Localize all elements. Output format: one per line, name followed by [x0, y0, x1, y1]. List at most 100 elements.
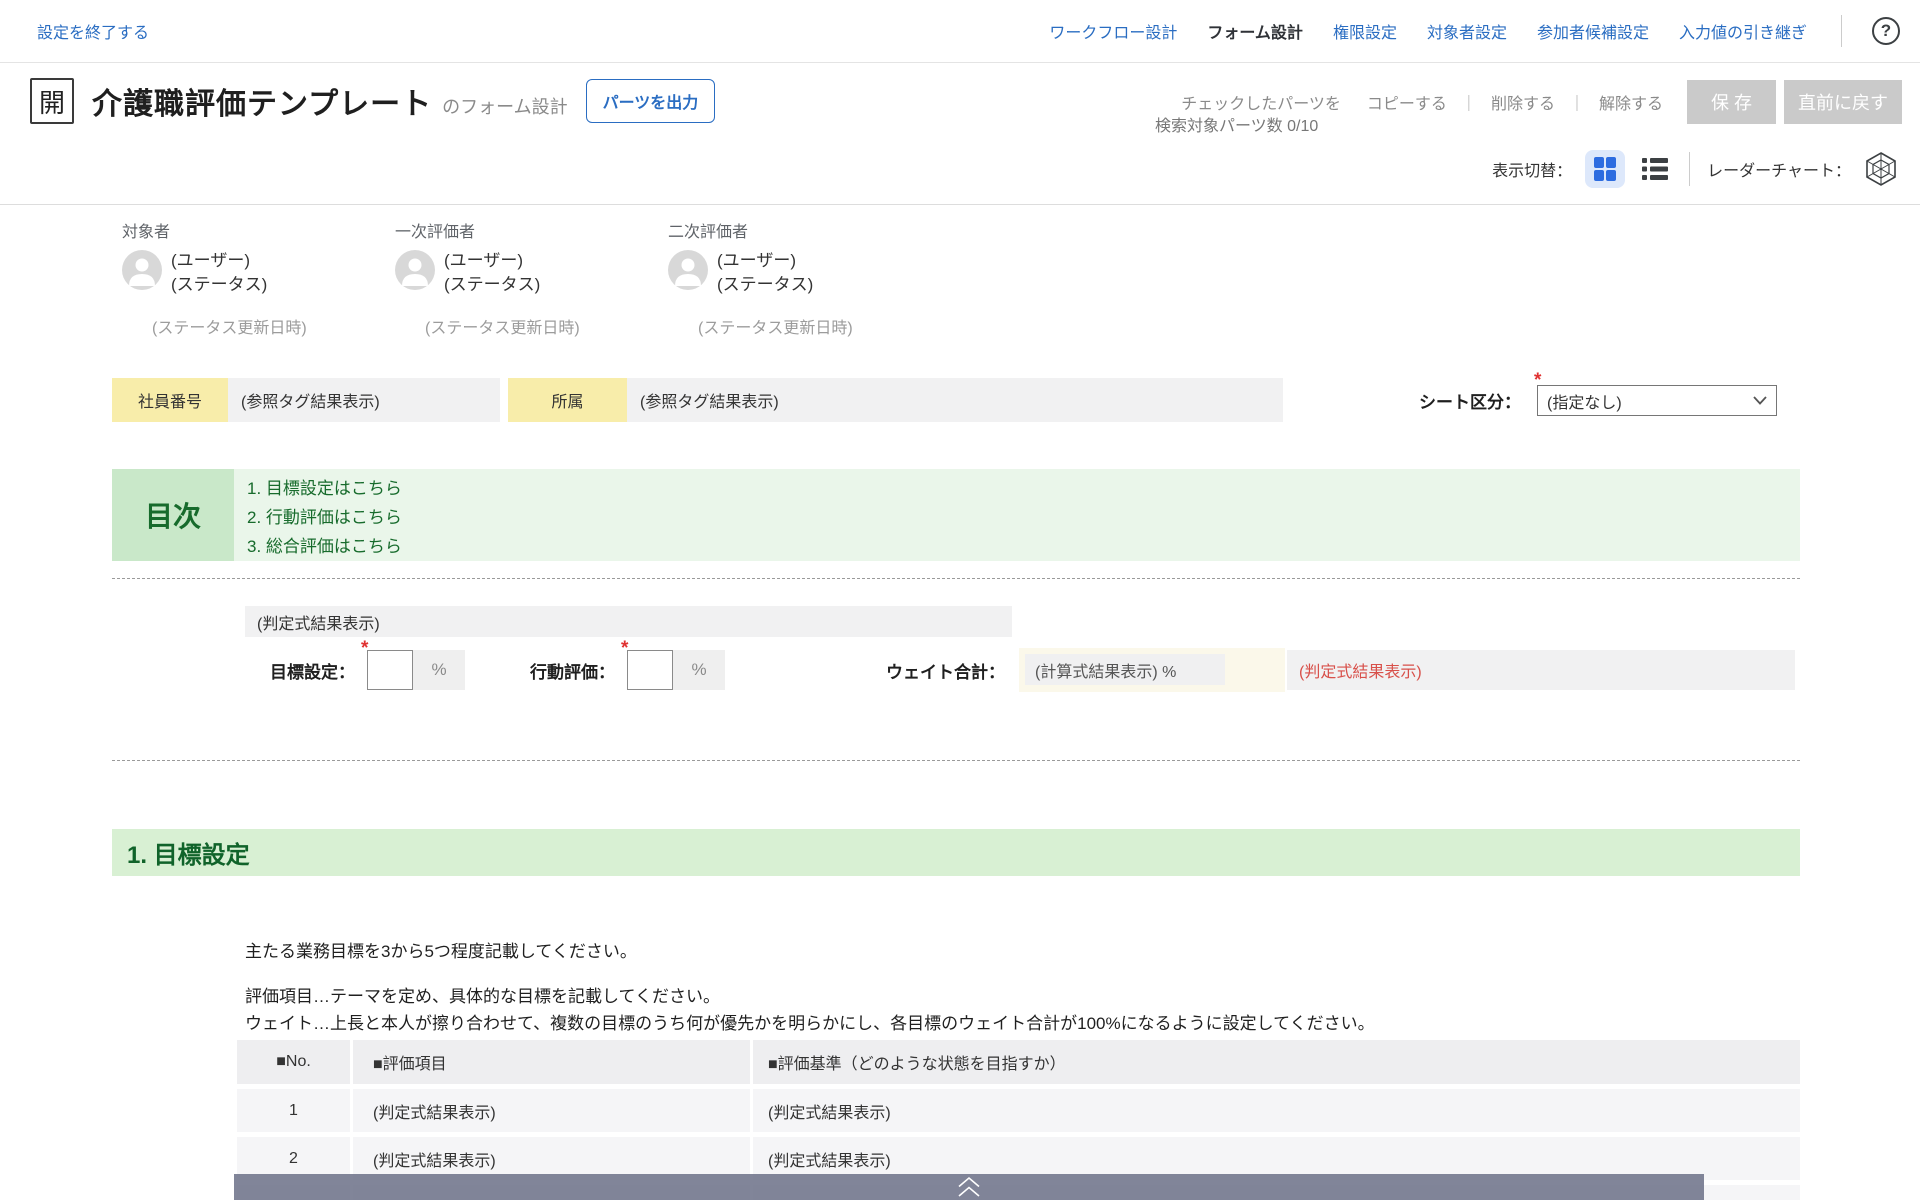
help-icon[interactable]: ? — [1872, 17, 1900, 45]
sheet-type-field: シート区分： * (指定なし) — [1419, 385, 1777, 416]
toc-link-overall-evaluation[interactable]: 3. 総合評価はこちら — [247, 532, 1800, 557]
goal-weight-group: 目標設定： * % — [270, 648, 465, 692]
top-bar: 設定を終了する ワークフロー設計 フォーム設計 権限設定 対象者設定 参加者候補… — [0, 0, 1920, 63]
scroll-to-top-bar[interactable] — [234, 1174, 1704, 1200]
behavior-weight-group: 行動評価： * % — [530, 648, 725, 692]
behavior-weight-input[interactable] — [627, 650, 673, 690]
goal-percent-unit: % — [413, 650, 465, 690]
dashed-divider — [112, 578, 1800, 579]
sheet-type-select[interactable]: * (指定なし) — [1537, 385, 1777, 416]
deselect-parts-link[interactable]: 解除する — [1599, 90, 1663, 114]
nav-input-value-carryover[interactable]: 入力値の引き継ぎ — [1679, 19, 1807, 43]
table-row: 1 (判定式結果表示) (判定式結果表示) — [237, 1089, 1800, 1132]
sheet-type-label: シート区分： — [1419, 388, 1521, 413]
status-updated-label: (ステータス更新日時) — [425, 314, 668, 338]
instruction-line: ウェイト…上長と本人が擦り合わせて、複数の目標のうち何が優先かを明らかにし、各目… — [245, 1010, 1375, 1037]
checked-parts-label: チェックしたパーツを — [1181, 90, 1341, 114]
behavior-percent-unit: % — [673, 650, 725, 690]
column-header-no: ■No. — [237, 1053, 350, 1071]
toc-title: 目次 — [112, 469, 234, 561]
template-brand: 開 介護職評価テンプレート のフォーム設計 パーツを出力 — [30, 78, 715, 124]
column-header-item: ■評価項目 — [350, 1040, 750, 1084]
page-header: 開 介護職評価テンプレート のフォーム設計 パーツを出力 チェックしたパーツを … — [0, 63, 1920, 205]
view-toggle-label: 表示切替： — [1492, 157, 1572, 181]
participant-status: (ステータス) — [171, 273, 267, 297]
participant-target: 対象者 (ユーザー) (ステータス) (ステータス更新日時) — [122, 218, 395, 338]
nav-workflow-design[interactable]: ワークフロー設計 — [1049, 19, 1177, 43]
participant-role: 一次評価者 — [395, 218, 668, 242]
profile-fields-row: 社員番号 (参照タグ結果表示) 所属 (参照タグ結果表示) — [112, 378, 1283, 422]
sheet-type-selected-value: (指定なし) — [1547, 389, 1622, 413]
judgement-result-bar: (判定式結果表示) — [245, 606, 1012, 637]
department-value: (参照タグ結果表示) — [627, 378, 1283, 422]
status-updated-label: (ステータス更新日時) — [698, 314, 941, 338]
goal-weight-input[interactable] — [367, 650, 413, 690]
instruction-line: 評価項目…テーマを定め、具体的な目標を記載してください。 — [245, 983, 1375, 1010]
table-of-contents: 目次 1. 目標設定はこちら 2. 行動評価はこちら 3. 総合評価はこちら — [112, 469, 1800, 561]
section1-heading: 1. 目標設定 — [112, 829, 1800, 876]
participant-status: (ステータス) — [717, 273, 813, 297]
page-subtitle: のフォーム設計 — [442, 93, 567, 119]
export-parts-button[interactable]: パーツを出力 — [586, 79, 716, 123]
required-asterisk: * — [361, 638, 368, 660]
weights-row: 目標設定： * % 行動評価： * % ウェイト合計： (計算式結果表示) % … — [0, 648, 1920, 692]
participant-user: (ユーザー) — [444, 249, 540, 273]
nav-form-design[interactable]: フォーム設計 — [1207, 19, 1303, 43]
exit-settings-link[interactable]: 設定を終了する — [37, 19, 149, 43]
participant-status: (ステータス) — [444, 273, 540, 297]
grid-view-icon[interactable] — [1585, 150, 1625, 188]
nav-permission-settings[interactable]: 権限設定 — [1333, 19, 1397, 43]
copy-parts-link[interactable]: コピーする — [1367, 90, 1447, 114]
section1-instructions: 主たる業務目標を3から5つ程度記載してください。 評価項目…テーマを定め、具体的… — [245, 938, 1375, 1037]
toc-link-behavior-evaluation[interactable]: 2. 行動評価はこちら — [247, 503, 1800, 528]
judgement-result-alert: (判定式結果表示) — [1287, 650, 1795, 690]
behavior-evaluation-label: 行動評価： — [530, 658, 615, 683]
avatar — [668, 250, 708, 295]
goal-setting-label: 目標設定： — [270, 658, 355, 683]
participant-user: (ユーザー) — [717, 249, 813, 273]
employee-number-value: (参照タグ結果表示) — [228, 378, 500, 422]
dashed-divider — [112, 760, 1800, 761]
participant-role: 対象者 — [122, 218, 395, 242]
weight-total-group: ウェイト合計： (計算式結果表示) % — [886, 648, 1285, 692]
calc-result-value: (計算式結果表示) % — [1025, 654, 1225, 685]
double-chevron-up-icon — [956, 1176, 982, 1198]
chevron-down-icon — [1753, 396, 1767, 405]
delete-parts-link[interactable]: 削除する — [1491, 90, 1555, 114]
participants-row: 対象者 (ユーザー) (ステータス) (ステータス更新日時) 一次評価者 (ユー… — [122, 218, 941, 338]
search-target-parts-count: 検索対象パーツ数 0/10 — [1155, 112, 1318, 136]
form-design-page: 設定を終了する ワークフロー設計 フォーム設計 権限設定 対象者設定 参加者候補… — [0, 0, 1920, 1200]
employee-number-label: 社員番号 — [112, 378, 228, 422]
radar-chart-icon[interactable] — [1864, 151, 1898, 187]
row-number: 2 — [237, 1150, 350, 1168]
avatar — [395, 250, 435, 295]
list-view-icon[interactable] — [1638, 153, 1672, 185]
view-controls-divider — [1689, 152, 1690, 186]
participant-role: 二次評価者 — [668, 218, 941, 242]
column-header-criteria: ■評価基準（どのような状態を目指すか） — [750, 1040, 1800, 1084]
page-title: 介護職評価テンプレート — [92, 79, 432, 123]
toc-link-goal-setting[interactable]: 1. 目標設定はこちら — [247, 474, 1800, 499]
top-navigation: ワークフロー設計 フォーム設計 権限設定 対象者設定 参加者候補設定 入力値の引… — [1049, 15, 1900, 47]
required-asterisk: * — [621, 638, 628, 660]
open-badge-icon: 開 — [30, 78, 74, 124]
participant-user: (ユーザー) — [171, 249, 267, 273]
nav-target-settings[interactable]: 対象者設定 — [1427, 19, 1507, 43]
weight-total-label: ウェイト合計： — [886, 658, 1005, 683]
weight-total-box: (計算式結果表示) % — [1019, 648, 1285, 692]
row-criteria-cell: (判定式結果表示) — [750, 1089, 1800, 1132]
status-updated-label: (ステータス更新日時) — [152, 314, 395, 338]
row-item-cell: (判定式結果表示) — [350, 1089, 750, 1132]
save-button[interactable]: 保 存 — [1687, 80, 1776, 124]
view-controls: 表示切替： レーダーチャー — [1492, 150, 1898, 188]
instruction-line: 主たる業務目標を3から5つ程度記載してください。 — [245, 938, 1375, 965]
participant-second-evaluator: 二次評価者 (ユーザー) (ステータス) (ステータス更新日時) — [668, 218, 941, 338]
row-number: 1 — [237, 1102, 350, 1120]
avatar — [122, 250, 162, 295]
action-separator: ｜ — [1461, 90, 1477, 114]
table-header-row: ■No. ■評価項目 ■評価基準（どのような状態を目指すか） — [237, 1040, 1800, 1084]
required-asterisk: * — [1534, 370, 1541, 392]
nav-participant-candidate-settings[interactable]: 参加者候補設定 — [1537, 19, 1649, 43]
undo-button[interactable]: 直前に戻す — [1784, 80, 1902, 124]
nav-divider — [1841, 15, 1842, 47]
